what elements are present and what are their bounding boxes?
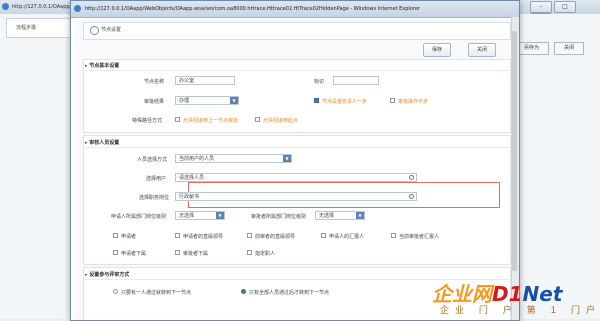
chevron-down-icon: ▼ (230, 97, 238, 104)
picker-icon[interactable] (409, 194, 414, 199)
page-title: 节点设置 (101, 27, 122, 33)
select-position-label: 选择职务岗位 (139, 195, 170, 201)
check-applicant-sub-label: 申请者下属 (121, 251, 147, 257)
check-prev-leader-label: 前审者的直属领导 (255, 234, 296, 240)
applicant-dept-level-label: 申请人所属部门岗位级别 (111, 214, 167, 220)
select-position-input[interactable]: 行政秘书 (175, 192, 417, 201)
special-option-2-checkbox[interactable] (255, 117, 260, 122)
approver-settings-heading: 审核人员设置 (85, 139, 119, 146)
chevron-down-icon: ▼ (283, 155, 291, 162)
select-user-label: 选择用户 (146, 176, 167, 182)
scrollbar-thumb[interactable] (512, 31, 517, 271)
background-window-controls: –□× (528, 1, 598, 25)
approver-dept-level-label: 审批者所属部门岗位级别 (251, 214, 307, 220)
can-sign-checkbox[interactable] (390, 98, 395, 103)
ie-browser-icon (74, 5, 81, 12)
special-path-label: 特殊路径方式 (132, 118, 163, 124)
check-applicant-label: 申请者 (121, 234, 137, 240)
approver-dept-level-value: 无选择 (319, 213, 335, 219)
divider (83, 147, 509, 148)
auto-next-checkbox[interactable] (314, 98, 319, 103)
popup-window-title: http://127.0.0.1/OAapp/WebObjects/OAapp.… (85, 6, 420, 12)
chevron-down-icon: ▼ (356, 212, 364, 219)
mark-input[interactable] (333, 76, 379, 85)
settings-icon (90, 26, 99, 35)
select-user-input[interactable]: 请选择人员 (175, 173, 417, 182)
background-side-title: 流程步骤 (16, 25, 37, 31)
check-designated[interactable] (247, 250, 252, 255)
method-option-2-radio[interactable] (241, 289, 246, 294)
check-applicant-sub[interactable] (113, 250, 118, 255)
approver-dept-level-select[interactable]: 无选择 ▼ (315, 211, 365, 220)
page-header (83, 22, 511, 40)
node-name-label: 节点名称 (144, 79, 165, 85)
check-applicant-leader-label: 申请者的直属领导 (183, 234, 224, 240)
method-option-1-radio[interactable] (113, 289, 118, 294)
divider (83, 70, 509, 71)
method-option-1-label: 只要有一人通过就转到下一节点 (121, 290, 192, 296)
picker-icon[interactable] (409, 175, 414, 180)
special-option-1-label: 允许回退到上一节点审批 (183, 118, 239, 124)
selection-method-label: 人员选择方式 (137, 157, 168, 163)
node-settings-popup: http://127.0.0.1/OAapp/WebObjects/OAapp.… (70, 0, 520, 321)
select-user-placeholder: 请选择人员 (179, 175, 205, 181)
check-applicant-reporter[interactable] (321, 233, 326, 238)
special-option-2-label: 允许回退到起点 (263, 118, 299, 124)
background-toolbar: 另存为 关闭 (514, 42, 588, 56)
can-sign-label: 审批操作不步 (398, 99, 429, 105)
save-button[interactable]: 保存 (423, 43, 451, 57)
node-name-input[interactable]: 办公室 (175, 76, 235, 85)
selection-method-select[interactable]: 当前用户的人员 ▼ (175, 154, 292, 163)
basic-settings-heading: 节点基本设置 (85, 62, 119, 69)
check-approver-sub-label: 审批者下属 (183, 251, 209, 257)
auto-next-label: 节点设置负责人一步 (322, 99, 368, 105)
applicant-dept-level-select[interactable]: 无选择 ▼ (175, 211, 225, 220)
check-applicant-leader[interactable] (175, 233, 180, 238)
check-prev-leader[interactable] (247, 233, 252, 238)
special-option-1-checkbox[interactable] (175, 117, 180, 122)
method-option-2-label: 只有全部人员通过后才转到下一节点 (249, 290, 330, 296)
check-applicant[interactable] (113, 233, 118, 238)
close-button[interactable]: 关闭 (468, 43, 496, 57)
check-designated-label: 指定职人 (255, 251, 276, 257)
check-approver-reporter-label: 当前审批者汇报人 (399, 234, 440, 240)
review-method-heading: 设置参与评审方式 (85, 271, 129, 278)
selection-method-value: 当前用户的人员 (179, 156, 215, 162)
background-close-button[interactable]: 关闭 (554, 42, 584, 55)
approval-result-value: 办理 (179, 98, 190, 104)
chevron-down-icon: ▼ (216, 212, 224, 219)
approval-result-select[interactable]: 办理 ▼ (175, 96, 239, 105)
applicant-dept-level-value: 无选择 (179, 213, 195, 219)
approval-result-label: 审批结果 (144, 99, 165, 105)
mark-label: 标识 (314, 79, 325, 85)
watermark-subtitle: 企业 门 户 第 1 门户 (440, 306, 600, 316)
check-approver-reporter[interactable] (391, 233, 396, 238)
select-position-value: 行政秘书 (179, 194, 200, 200)
ie-browser-icon (2, 3, 9, 10)
check-approver-sub[interactable] (175, 250, 180, 255)
maximize-icon[interactable]: □ (554, 1, 576, 13)
check-applicant-reporter-label: 申请人的汇报人 (329, 234, 365, 240)
minimize-icon[interactable]: – (530, 1, 552, 13)
